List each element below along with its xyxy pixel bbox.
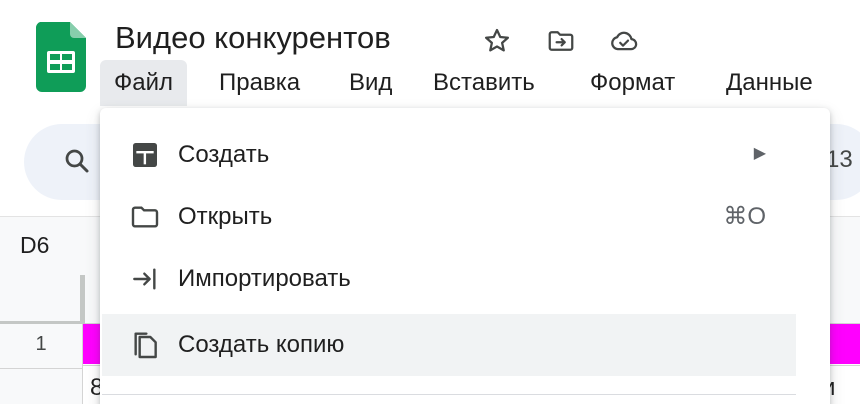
row-header-1[interactable]: 1 (0, 324, 83, 369)
menu-format[interactable]: Формат (576, 60, 689, 106)
folder-open-icon (128, 200, 162, 234)
spreadsheet-app: Видео конкурентов Файл Правка Вид Встави… (0, 0, 860, 404)
cloud-saved-icon[interactable] (607, 24, 641, 58)
menu-insert[interactable]: Вставить (419, 60, 549, 106)
file-menu-item-import[interactable]: Импортировать (102, 248, 796, 310)
menu-view[interactable]: Вид (335, 60, 406, 106)
menu-item-label: Создать (178, 141, 270, 168)
name-box[interactable]: D6 (20, 232, 49, 259)
menu-edit[interactable]: Правка (205, 60, 314, 106)
menu-item-label: Создать копию (178, 331, 345, 358)
star-icon[interactable] (480, 24, 514, 58)
search-icon[interactable] (62, 146, 92, 176)
sheets-logo-icon[interactable] (35, 22, 86, 92)
toolbar-zoom-value[interactable]: 13 (826, 146, 853, 174)
file-menu-dropdown: Создать ▶ Открыть ⌘O Импортировать Созда… (100, 108, 830, 404)
menu-data[interactable]: Данные (712, 60, 827, 106)
import-icon (128, 262, 162, 296)
menu-item-label: Импортировать (178, 265, 351, 292)
select-all-corner[interactable] (0, 275, 85, 326)
move-to-folder-icon[interactable] (544, 24, 578, 58)
document-title[interactable]: Видео конкурентов (115, 18, 391, 58)
menu-item-label: Открыть (178, 203, 273, 230)
row-header-2[interactable] (0, 369, 83, 404)
menu-divider (102, 394, 796, 395)
copy-icon (128, 328, 162, 362)
new-sheet-icon (128, 138, 162, 172)
file-menu-item-make-copy[interactable]: Создать копию (102, 314, 796, 376)
file-menu-item-open[interactable]: Открыть ⌘O (102, 186, 796, 248)
menu-file[interactable]: Файл (100, 60, 188, 106)
file-menu-item-create[interactable]: Создать ▶ (102, 124, 796, 186)
keyboard-shortcut: ⌘O (723, 203, 766, 230)
submenu-arrow-icon: ▶ (753, 145, 766, 162)
